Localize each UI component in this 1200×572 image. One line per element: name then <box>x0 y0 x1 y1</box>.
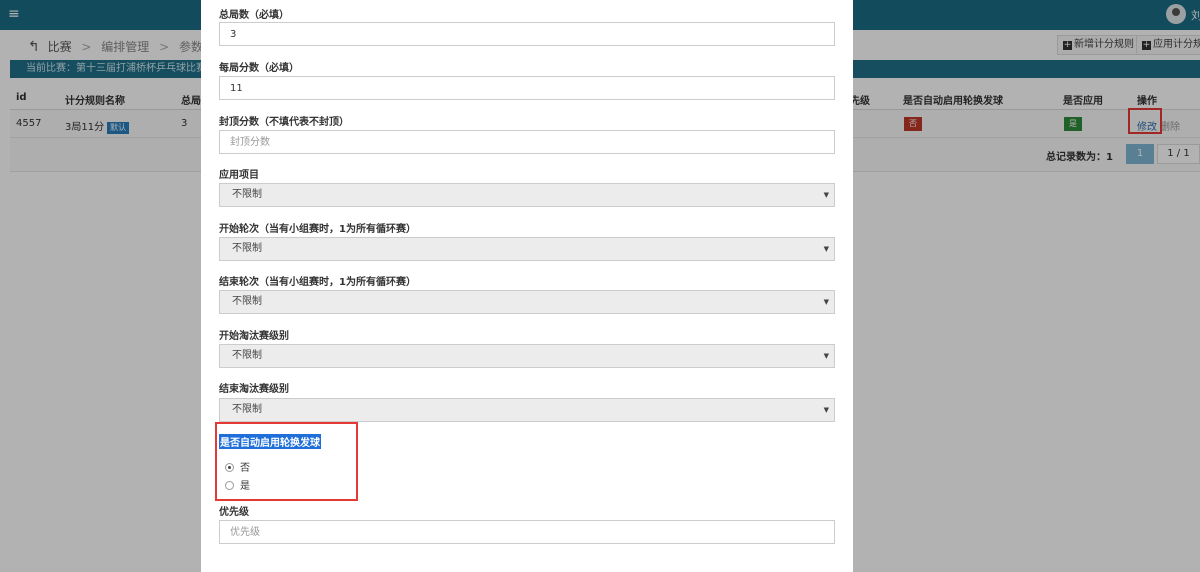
end-ko-level-select[interactable]: 不限制 ▼ <box>219 398 835 422</box>
caret-down-icon: ▼ <box>823 298 829 306</box>
cap-points-label: 封顶分数（不填代表不封顶） <box>219 117 349 128</box>
end-round-value: 不限制 <box>232 296 262 307</box>
total-games-input[interactable] <box>219 22 835 46</box>
priority-input[interactable] <box>219 520 835 544</box>
end-ko-level-label: 结束淘汰赛级别 <box>219 384 289 395</box>
cap-points-input[interactable] <box>219 130 835 154</box>
caret-down-icon: ▼ <box>823 191 829 199</box>
auto-serve-highlight-box <box>215 422 358 501</box>
start-round-label: 开始轮次（当有小组赛时，1为所有循环赛） <box>219 224 416 235</box>
caret-down-icon: ▼ <box>823 406 829 414</box>
end-round-label: 结束轮次（当有小组赛时，1为所有循环赛） <box>219 277 416 288</box>
total-games-label: 总局数（必填） <box>219 10 289 21</box>
end-round-select[interactable]: 不限制 ▼ <box>219 290 835 314</box>
apply-event-label: 应用项目 <box>219 170 259 181</box>
start-ko-level-select[interactable]: 不限制 ▼ <box>219 344 835 368</box>
start-ko-level-value: 不限制 <box>232 350 262 361</box>
start-round-value: 不限制 <box>232 243 262 254</box>
priority-label: 优先级 <box>219 507 249 518</box>
start-round-select[interactable]: 不限制 ▼ <box>219 237 835 261</box>
points-per-game-input[interactable] <box>219 76 835 100</box>
start-ko-level-label: 开始淘汰赛级别 <box>219 331 289 342</box>
points-per-game-label: 每局分数（必填） <box>219 63 299 74</box>
end-ko-level-value: 不限制 <box>232 404 262 415</box>
caret-down-icon: ▼ <box>823 352 829 360</box>
apply-event-value: 不限制 <box>232 189 262 200</box>
apply-event-select[interactable]: 不限制 ▼ <box>219 183 835 207</box>
caret-down-icon: ▼ <box>823 245 829 253</box>
edit-rule-modal: 总局数（必填） 每局分数（必填） 封顶分数（不填代表不封顶） 应用项目 不限制 … <box>201 0 853 572</box>
